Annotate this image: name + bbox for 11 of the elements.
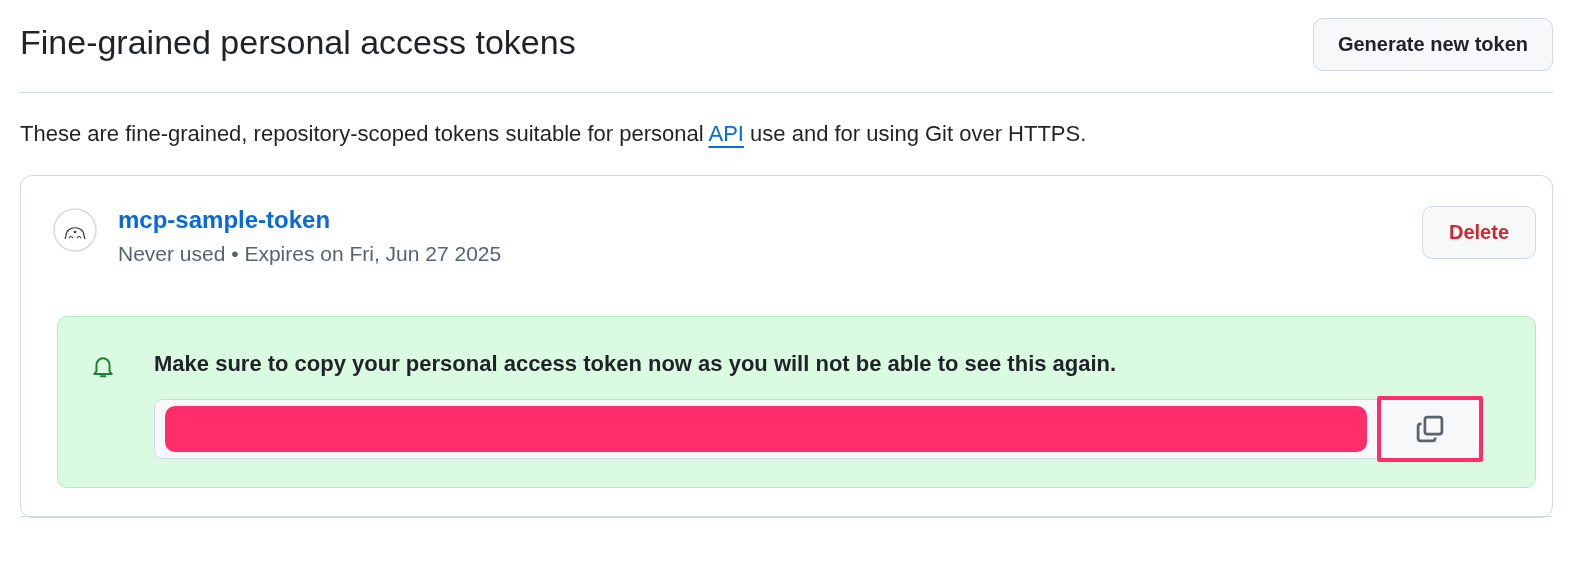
avatar-icon [53,208,97,252]
bell-icon [92,355,114,379]
description-text: These are fine-grained, repository-scoped tokens suitable for personal API use and for using Git over HTTPS. [20,121,1088,147]
copy-button[interactable] [1377,396,1483,462]
delete-button[interactable]: Delete [1421,206,1536,259]
notice-message: Make sure to copy your personal access token now as you will not be able to see this again. [154,351,1118,377]
generate-token-button[interactable]: Generate new token [1312,17,1553,71]
token-meta: Never used • Expires on Fri, Jun 27 2025 [118,242,503,266]
page-title: Fine-grained personal access tokens [20,22,576,62]
api-link[interactable]: API [708,121,744,146]
token-name-link[interactable]: mcp-sample-token [118,206,1422,234]
